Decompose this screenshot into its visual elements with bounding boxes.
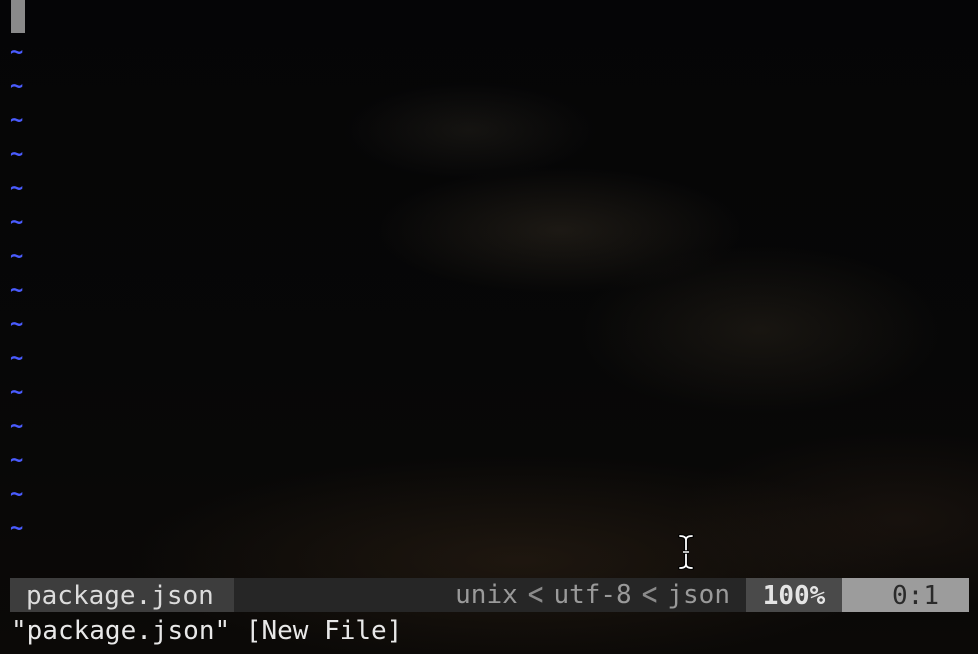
status-separator-2: < xyxy=(641,576,658,614)
empty-line-tilde: ~ xyxy=(10,278,24,303)
empty-line-tilde: ~ xyxy=(10,74,24,99)
status-filename: package.json xyxy=(10,578,234,612)
status-fileformat: unix xyxy=(455,580,518,610)
empty-line-markers: ~ ~ ~ ~ ~ ~ ~ ~ ~ ~ ~ ~ ~ ~ ~ xyxy=(10,36,23,546)
status-encoding: utf-8 xyxy=(553,580,632,610)
ibeam-cursor-icon xyxy=(678,534,694,570)
empty-line-tilde: ~ xyxy=(10,346,24,371)
empty-line-tilde: ~ xyxy=(10,108,24,133)
status-file-info: unix < utf-8 < json xyxy=(234,576,746,614)
empty-line-tilde: ~ xyxy=(10,142,24,167)
status-percent: 100% xyxy=(746,578,842,612)
empty-line-tilde: ~ xyxy=(10,210,24,235)
status-filetype: json xyxy=(667,580,730,610)
empty-line-tilde: ~ xyxy=(10,516,24,541)
empty-line-tilde: ~ xyxy=(10,380,24,405)
status-line: package.json unix < utf-8 < json 100% 0:… xyxy=(10,576,969,614)
terminal-window[interactable]: ~ ~ ~ ~ ~ ~ ~ ~ ~ ~ ~ ~ ~ ~ ~ package.json unix < utf-… xyxy=(0,0,978,654)
command-line-message: "package.json" [New File] xyxy=(11,616,403,646)
status-position: 0:1 xyxy=(842,578,969,612)
status-separator-1: < xyxy=(527,576,544,614)
empty-line-tilde: ~ xyxy=(10,40,24,65)
empty-line-tilde: ~ xyxy=(10,312,24,337)
empty-line-tilde: ~ xyxy=(10,244,24,269)
empty-line-tilde: ~ xyxy=(10,414,24,439)
empty-line-tilde: ~ xyxy=(10,176,24,201)
empty-line-tilde: ~ xyxy=(10,482,24,507)
empty-line-tilde: ~ xyxy=(10,448,24,473)
text-cursor xyxy=(11,0,25,33)
